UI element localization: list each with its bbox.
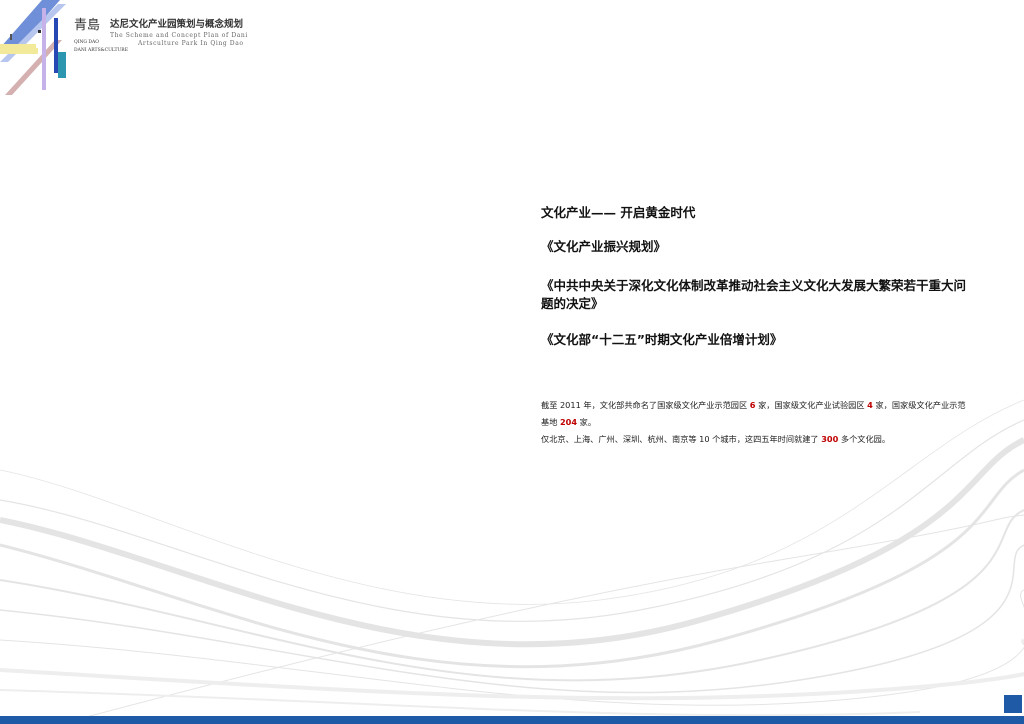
document-page: 青島 QING DAO DANI ARTS&CULTURE 达尼文化产业园策划与… bbox=[0, 0, 1024, 724]
logo-text-chinese: 青島 bbox=[74, 18, 101, 33]
page-corner-marker bbox=[1004, 695, 1022, 713]
bottom-accent-bar bbox=[0, 716, 1024, 724]
paragraph-text: 仅北京、上海、广州、深圳、杭州、南京等 10 个城市，这四五年时间就建了 bbox=[541, 434, 822, 444]
logo-graphic bbox=[0, 0, 66, 95]
project-title-english-line-1: The Scheme and Concept Plan of Dani bbox=[110, 32, 248, 39]
paragraph-text: 家，国家级文化产业试验园区 bbox=[755, 400, 868, 410]
paragraph-text: 截至 2011 年，文化部共命名了国家级文化产业示范园区 bbox=[541, 400, 750, 410]
background-swirl-decoration bbox=[0, 399, 1024, 724]
project-title-chinese: 达尼文化产业园策划与概念规划 bbox=[110, 19, 244, 30]
paragraph-text: 多个文化园。 bbox=[838, 434, 891, 444]
policy-title-2: 《中共中央关于深化文化体制改革推动社会主义文化大发展大繁荣若干重大问题的决定》 bbox=[541, 278, 967, 311]
logo-text-subtitle: DANI ARTS&CULTURE bbox=[74, 48, 128, 53]
statistics-paragraph: 截至 2011 年，文化部共命名了国家级文化产业示范园区 6 家，国家级文化产业… bbox=[541, 397, 971, 448]
project-title-english-line-2: Artsculture Park In Qing Dao bbox=[138, 40, 244, 47]
policy-title-3: 《文化部“十二五”时期文化产业倍增计划》 bbox=[541, 332, 783, 347]
policy-title-1: 《文化产业振兴规划》 bbox=[541, 239, 667, 254]
highlight-number: 204 bbox=[559, 417, 578, 427]
section-heading: 文化产业—— 开启黄金时代 bbox=[541, 205, 696, 220]
paragraph-text: 家。 bbox=[577, 417, 597, 427]
logo-text-pinyin: QING DAO bbox=[74, 40, 99, 45]
highlight-number: 300 bbox=[821, 434, 839, 444]
